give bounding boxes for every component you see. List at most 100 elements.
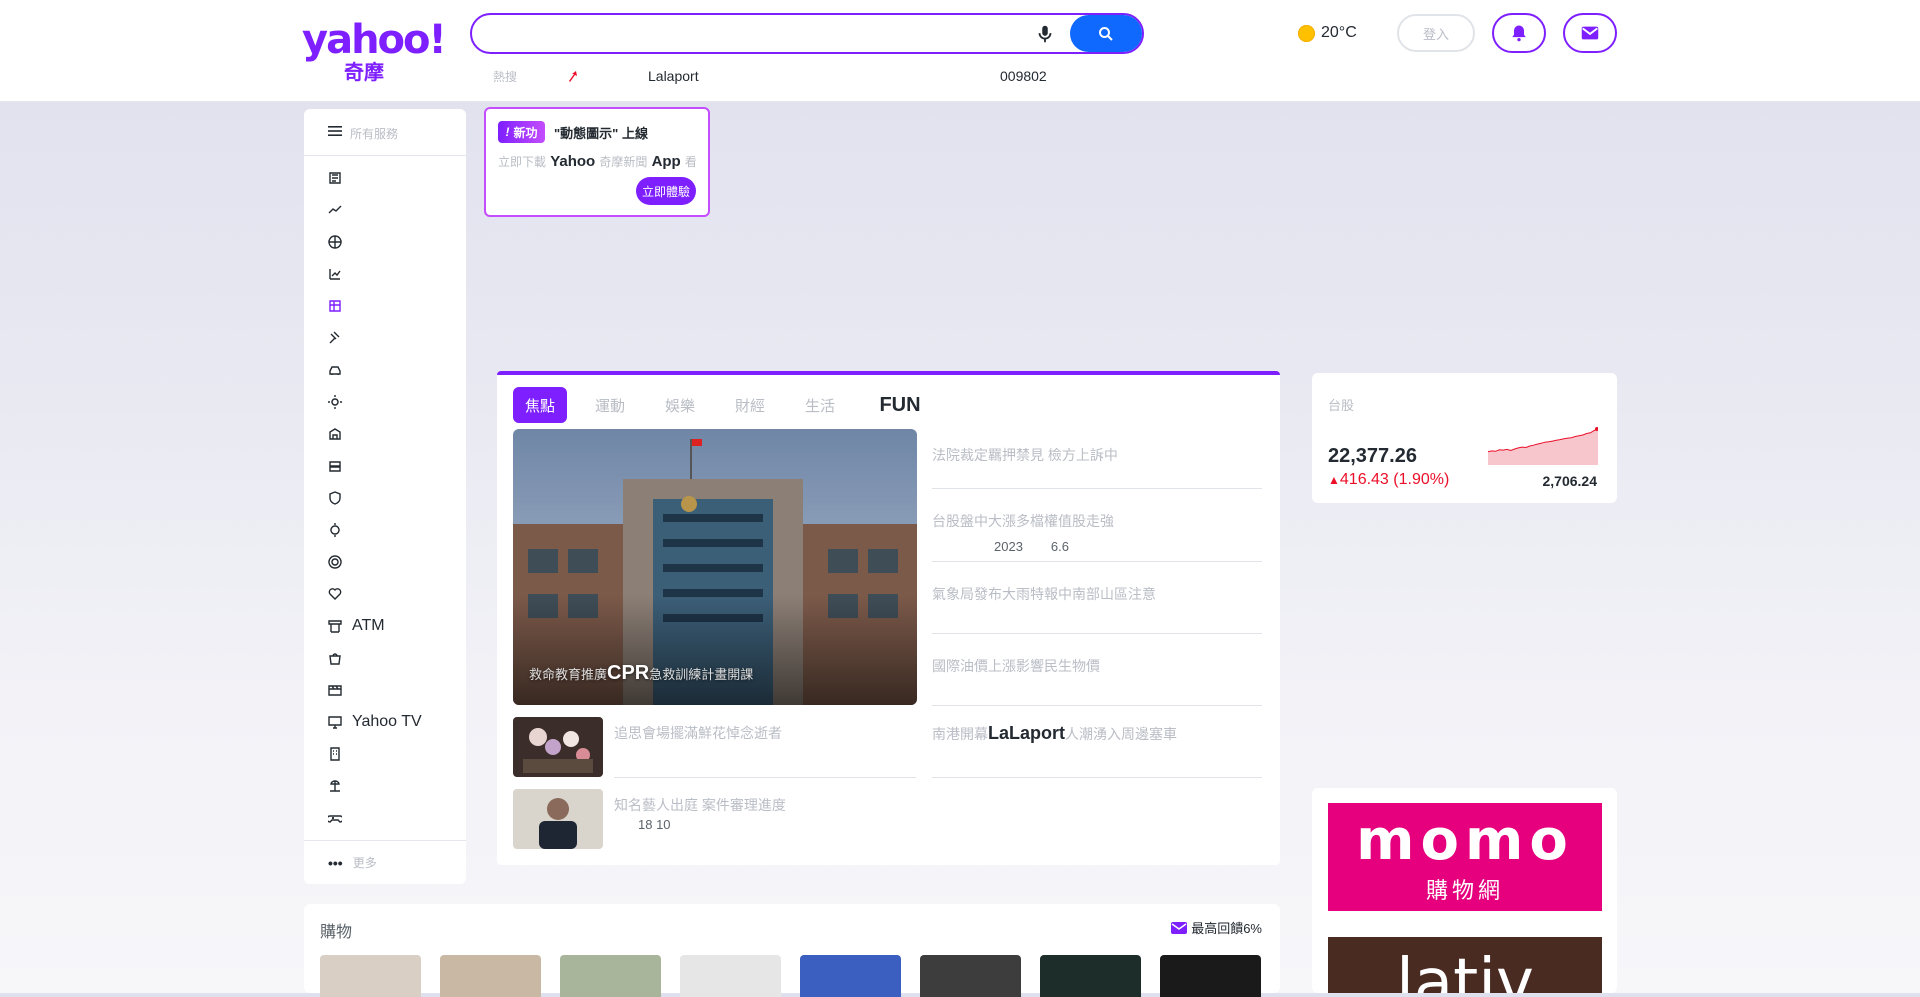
search-bar (470, 13, 1144, 54)
building-icon (330, 747, 340, 761)
hero-story[interactable]: 救命教育推廣CPR急救訓練計畫開課 (513, 429, 917, 705)
trending-item[interactable]: Lalaport (648, 68, 699, 84)
sidebar-item-lottery[interactable] (328, 552, 352, 572)
sidebar-item-auction[interactable] (328, 328, 352, 348)
sidebar-title: 所有服務 (350, 127, 399, 141)
trending-label: 熱搜 (493, 70, 518, 84)
divider (932, 705, 1262, 706)
sidebar-item-movie[interactable] (328, 680, 352, 700)
momo-ad[interactable]: momo 購物網 (1328, 803, 1602, 911)
hero-caption-b: CPR (607, 662, 650, 684)
tab-finance[interactable]: 財經 (723, 387, 777, 423)
tab-fun[interactable]: FUN (877, 387, 923, 423)
sidebar-item-label: ATM (352, 617, 385, 634)
headline-item[interactable]: 國際油價上漲影響民生物價 (932, 656, 1262, 676)
sidebar-item-finance[interactable] (328, 200, 352, 220)
headline-title-a: 南港開幕 (932, 726, 988, 742)
news-icon (329, 172, 341, 184)
small-story[interactable]: 追思會場擺滿鮮花悼念逝者 (513, 717, 917, 777)
sparkline-area (1488, 429, 1598, 465)
divider (614, 777, 916, 778)
headline-title: 國際油價上漲影響民生物價 (932, 658, 1100, 674)
product-thumbnail[interactable] (920, 955, 1021, 997)
feature-promo-popup: ! 新功 "動態圖示" 上線 立即下載 Yahoo 奇摩新聞 App 看 立即體驗 (484, 107, 710, 217)
story-thumbnail (513, 789, 603, 849)
market-sparkline (1488, 426, 1598, 465)
sidebar-item-news[interactable] (328, 168, 352, 188)
headline-item[interactable]: 南港開幕LaLaport人潮湧入周邊塞車 (932, 723, 1262, 744)
story-title: 知名藝人出庭 案件審理進度 (614, 797, 786, 813)
sidebar-item-game[interactable] (328, 808, 352, 828)
sidebar-item-security[interactable] (328, 488, 352, 508)
product-thumbnail[interactable] (440, 955, 541, 997)
sidebar-more[interactable]: ••• 更多 (328, 854, 377, 871)
headline-meta: 2023 6.6 (932, 539, 1262, 554)
shopping-promo[interactable]: 最高回饋6% (1171, 918, 1262, 937)
product-thumbnail[interactable] (680, 955, 781, 997)
horoscope-icon (330, 523, 340, 537)
product-thumbnail[interactable] (1160, 955, 1261, 997)
sidebar-item-house[interactable] (328, 424, 352, 444)
hero-caption: 救命教育推廣CPR急救訓練計畫開課 (529, 662, 753, 685)
tab-entertainment[interactable]: 娛樂 (653, 387, 707, 423)
story-thumbnail (513, 717, 603, 777)
momo-subtitle: 購物網 (1425, 878, 1504, 903)
lativ-ad[interactable]: lativ (1328, 937, 1602, 993)
sidebar-header[interactable]: 所有服務 (304, 109, 466, 156)
bell-icon (1512, 25, 1526, 42)
tab-life[interactable]: 生活 (793, 387, 847, 423)
yahoo-logo[interactable]: yahoo! 奇摩 (302, 20, 447, 84)
sidebar-item-atm[interactable]: ATM (328, 616, 385, 636)
car-icon (329, 366, 341, 375)
exclamation-icon: ! (505, 125, 510, 139)
sidebar-item-shopping[interactable] (328, 296, 352, 316)
tab-focus[interactable]: 焦點 (513, 387, 567, 423)
mail-icon (1171, 921, 1188, 934)
sidebar-item-horoscope[interactable] (328, 520, 352, 540)
microphone-icon[interactable] (1034, 23, 1056, 45)
weather-temp: 20°C (1321, 24, 1357, 41)
security-icon (329, 491, 341, 505)
mail-icon (1581, 26, 1599, 40)
tab-sports[interactable]: 運動 (583, 387, 637, 423)
promo-cta-button[interactable]: 立即體驗 (636, 177, 696, 205)
weather-widget[interactable]: 20°C (1298, 24, 1357, 42)
sidebar-item-money[interactable] (328, 456, 352, 476)
mail-button[interactable] (1563, 13, 1617, 53)
sidebar-item-sports[interactable] (328, 232, 352, 252)
sidebar-item-building[interactable] (328, 744, 352, 764)
product-thumbnail[interactable] (1040, 955, 1141, 997)
search-input[interactable] (488, 21, 1052, 49)
product-thumbnail[interactable] (800, 955, 901, 997)
trending-item[interactable]: 009802 (1000, 68, 1047, 84)
search-button[interactable] (1070, 15, 1142, 52)
headline-meta-b: 6.6 (1050, 539, 1069, 554)
signin-button[interactable]: 登入 (1397, 14, 1475, 52)
weather-icon (328, 395, 342, 409)
shopping-promo-text: 最高回饋6% (1191, 921, 1262, 936)
headline-title-c: 人潮湧入周邊塞車 (1065, 726, 1178, 742)
headline-title-b: LaLaport (988, 723, 1066, 743)
sidebar-item-tv[interactable]: Yahoo TV (328, 712, 422, 732)
headline-item[interactable]: 法院裁定羈押禁見 檢方上訴中 (932, 445, 1262, 465)
headline-title: 法院裁定羈押禁見 檢方上訴中 (932, 447, 1118, 463)
sidebar-item-car[interactable] (328, 360, 352, 380)
headline-item[interactable]: 台股盤中大漲多檔權值股走強 2023 6.6 (932, 511, 1262, 554)
notification-button[interactable] (1492, 13, 1546, 53)
sidebar-item-stock[interactable] (328, 264, 352, 284)
lativ-logo: lativ (1396, 946, 1534, 993)
sidebar-item-health[interactable] (328, 584, 352, 604)
stock-icon (329, 269, 341, 280)
market-widget[interactable]: 台股 22,377.26 ▲416.43 (1.90%) 2,706.24 (1312, 373, 1617, 503)
sidebar-item-weather[interactable] (328, 392, 352, 412)
product-thumbnail[interactable] (560, 955, 661, 997)
ad-panel: momo 購物網 lativ (1312, 788, 1617, 993)
small-story[interactable]: 知名藝人出庭 案件審理進度 18 10 (513, 789, 917, 849)
product-thumbnail[interactable] (320, 955, 421, 997)
sidebar-item-bag[interactable] (328, 648, 352, 668)
headline-item[interactable]: 氣象局發布大雨特報中南部山區注意 (932, 584, 1262, 604)
headline-meta-a: 2023 (994, 539, 1023, 554)
sidebar-item-travel[interactable] (328, 776, 352, 796)
atm-icon (328, 620, 342, 633)
market-volume: 2,706.24 (1542, 473, 1598, 489)
